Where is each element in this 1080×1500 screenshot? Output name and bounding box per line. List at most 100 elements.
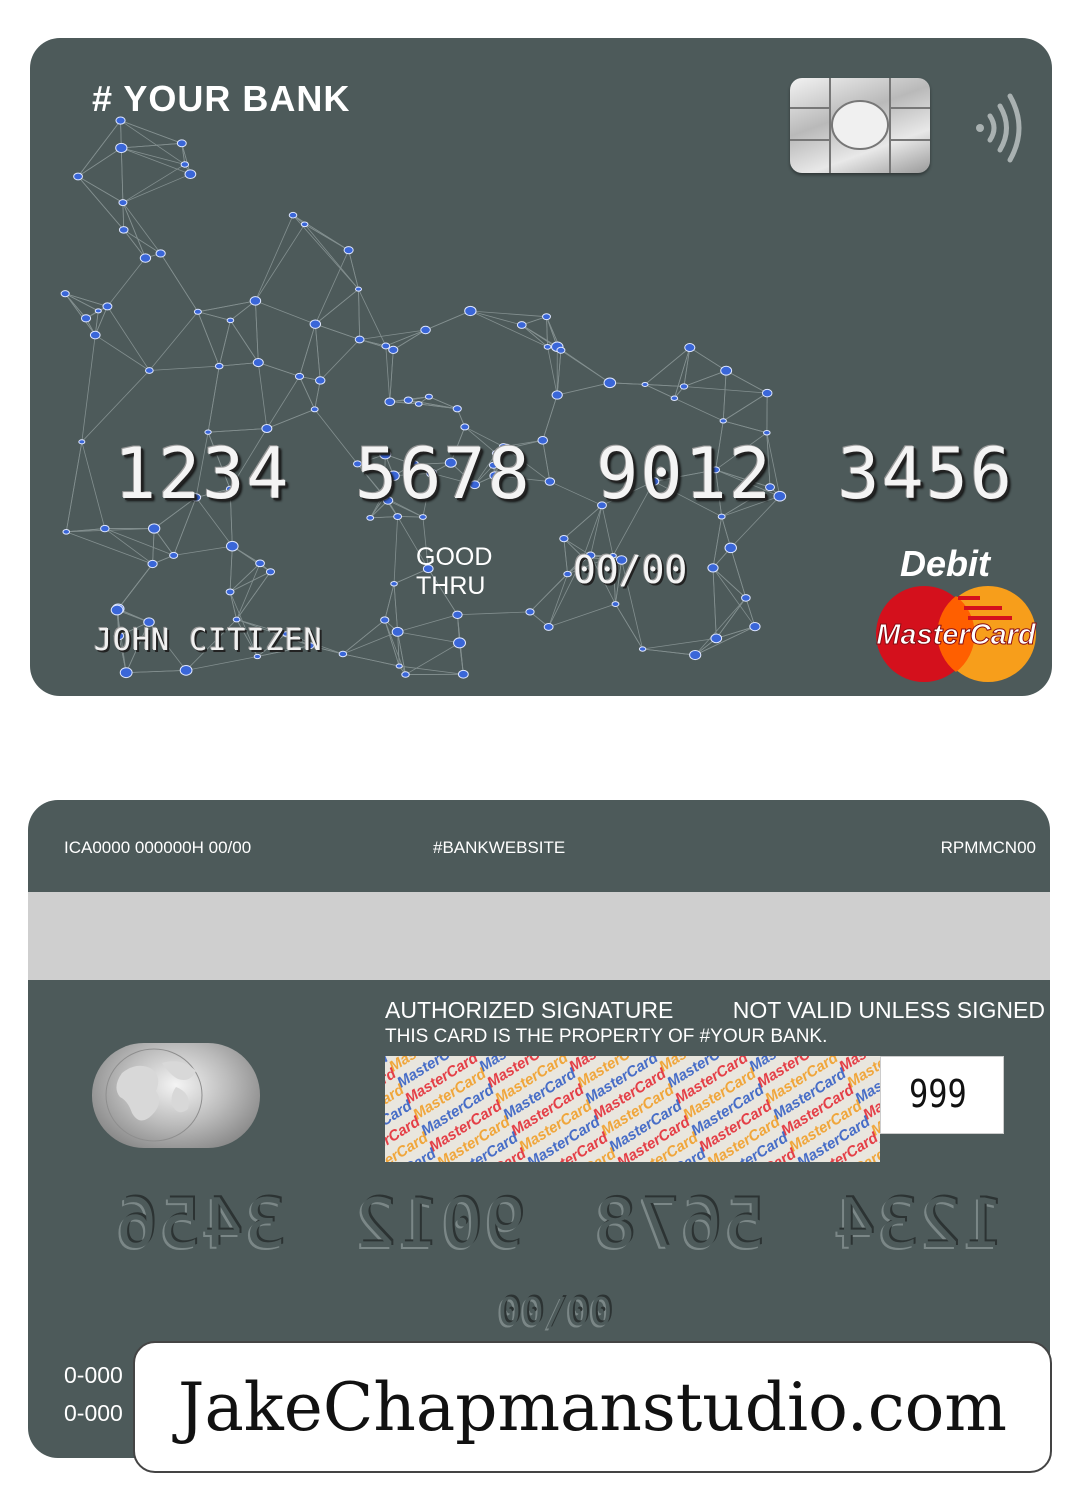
- network-node: [424, 393, 433, 400]
- network-node: [719, 418, 727, 424]
- chip-icon: [790, 78, 930, 173]
- network-node: [110, 604, 124, 616]
- hologram-globe-icon: [92, 1043, 260, 1148]
- network-node: [294, 372, 305, 380]
- network-node: [401, 671, 410, 678]
- cvv-value: 999: [909, 1071, 967, 1117]
- network-node: [300, 221, 309, 228]
- network-node: [343, 246, 354, 255]
- not-valid-label: NOT VALID UNLESS SIGNED: [732, 997, 1045, 1023]
- card-number-group: 9012: [353, 1185, 526, 1264]
- network-node: [464, 305, 477, 317]
- network-node: [720, 365, 733, 376]
- network-node: [525, 608, 535, 616]
- network-node: [419, 514, 427, 520]
- network-node: [226, 317, 235, 324]
- network-node: [225, 540, 239, 552]
- network-node: [689, 649, 702, 661]
- network-node: [139, 253, 152, 263]
- bank-name: # YOUR BANK: [92, 78, 351, 119]
- network-node: [684, 343, 696, 353]
- network-node: [563, 570, 572, 578]
- authorized-signature-label: AUTHORIZED SIGNATURE: [385, 997, 674, 1023]
- network-node: [761, 388, 773, 398]
- phone-number-1: 0-000: [64, 1362, 123, 1388]
- network-node: [638, 646, 647, 652]
- network-node: [338, 650, 348, 658]
- contactless-icon: [976, 93, 1022, 163]
- network-node: [366, 514, 375, 521]
- card-front: # YOUR BANK 1234 5678 9012 3456 GOOD THR…: [30, 38, 1052, 696]
- phone-number-2: 0-000: [64, 1400, 123, 1426]
- network-node: [354, 335, 365, 344]
- network-node: [255, 559, 265, 568]
- network-node: [390, 581, 398, 587]
- expiry-date: 00/00: [573, 548, 688, 592]
- network-node: [460, 423, 470, 431]
- network-node: [102, 302, 113, 311]
- ica-line: ICA0000 000000H 00/00: [64, 838, 252, 857]
- card-number-group: 5678: [355, 433, 532, 515]
- network-node: [420, 325, 431, 335]
- network-node: [670, 395, 679, 402]
- network-node: [542, 313, 551, 321]
- bank-website: #BANKWEBSITE: [433, 838, 566, 857]
- network-node: [249, 296, 262, 306]
- network-node: [611, 601, 620, 607]
- network-node: [265, 568, 276, 576]
- network-node: [80, 314, 92, 323]
- signature-heading: AUTHORIZED SIGNATURE NOT VALID UNLESS SI…: [385, 997, 1045, 1024]
- network-node: [724, 542, 737, 554]
- network-node: [414, 401, 423, 407]
- embossed-expiry-reverse: 00\00: [498, 1290, 613, 1334]
- network-node: [169, 551, 179, 559]
- network-node: [516, 321, 527, 329]
- network-node: [147, 559, 158, 569]
- network-node: [710, 633, 723, 644]
- network-node: [193, 308, 202, 315]
- mastercard-logo-text: MasterCard: [876, 619, 1037, 651]
- network-node: [749, 621, 761, 632]
- network-node: [288, 211, 298, 219]
- network-node: [119, 667, 133, 679]
- mastercard-logo: MasterCard: [876, 586, 1038, 682]
- magnetic-stripe: [28, 892, 1050, 980]
- network-node: [310, 406, 319, 413]
- signature-pattern: MasterCard MasterCard MasterCard MasterCard…: [385, 1056, 880, 1162]
- watermark: JakeChapmanstudio.com: [133, 1341, 1052, 1473]
- property-notice: THIS CARD IS THE PROPERTY OF #YOUR BANK.: [385, 1026, 828, 1047]
- network-node: [403, 396, 413, 404]
- network-node: [381, 342, 391, 350]
- network-node: [543, 622, 554, 631]
- network-node: [118, 199, 128, 207]
- network-node: [556, 346, 566, 354]
- cardholder-name: JOHN CITIZEN: [94, 623, 323, 658]
- network-node: [225, 588, 235, 596]
- network-node: [551, 390, 563, 400]
- network-node: [354, 286, 363, 292]
- network-node: [252, 358, 264, 368]
- signature-panel: MasterCard MasterCard MasterCard MasterCard…: [385, 1056, 880, 1162]
- network-node: [679, 383, 689, 390]
- cvv-box: 999: [880, 1056, 1004, 1134]
- network-node: [453, 637, 467, 649]
- network-node: [261, 424, 273, 433]
- network-node: [452, 610, 463, 619]
- watermark-text: JakeChapmanstudio.com: [178, 1368, 1007, 1446]
- network-node: [559, 534, 569, 543]
- network-node: [147, 523, 161, 534]
- network-node: [315, 376, 326, 385]
- network-node: [741, 594, 751, 602]
- network-node: [145, 367, 154, 374]
- card-number-group: 1234: [114, 433, 291, 515]
- network-node: [73, 172, 83, 181]
- network-node: [100, 524, 110, 533]
- embossed-card-number-reverse: 1234 5678 9012 3456: [114, 1185, 1004, 1264]
- card-code: RPMMCN00: [940, 838, 1036, 857]
- good-thru-text: GOOD THRU: [416, 543, 493, 600]
- network-node: [214, 362, 224, 370]
- network-node: [184, 169, 197, 180]
- network-node: [603, 377, 617, 389]
- network-node: [641, 381, 649, 387]
- card-number-group: 1234: [832, 1185, 1004, 1264]
